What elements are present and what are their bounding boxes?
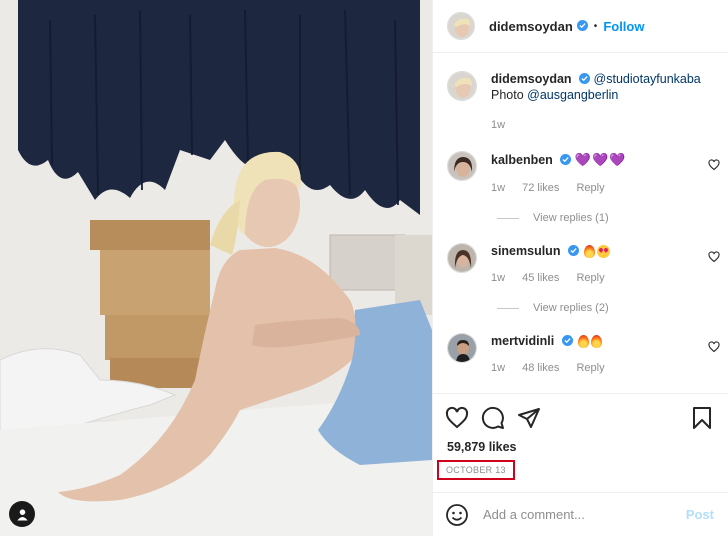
replies-divider (497, 217, 519, 219)
follow-button[interactable]: Follow (603, 19, 644, 34)
comment-time[interactable]: 1w (491, 272, 505, 284)
replies-divider (497, 307, 519, 309)
user-tag-button[interactable] (9, 501, 35, 527)
emoji-icon[interactable] (445, 503, 469, 527)
comment-reply-button[interactable]: Reply (576, 182, 604, 194)
caption-photo-label: Photo (491, 88, 524, 102)
author-username[interactable]: didemsoydan (489, 19, 573, 34)
comment-likes[interactable]: 72 likes (522, 182, 559, 194)
comment-like-heart-icon[interactable] (708, 341, 720, 353)
comments-section[interactable]: didemsoydan @studiotayfunkaba Photo @aus… (433, 53, 728, 393)
verified-icon (560, 154, 572, 166)
view-replies-button[interactable]: View replies (1) (497, 212, 728, 224)
comment-item: sinemsulun 1w 45 likes Reply (433, 243, 728, 284)
separator-dot: • (593, 20, 598, 32)
comment-username[interactable]: sinemsulun (491, 244, 560, 258)
fire-emoji-icon (578, 335, 590, 349)
comment-time[interactable]: 1w (491, 182, 505, 194)
post-actions: 59,879 likes OCTOBER 13 (433, 393, 728, 493)
share-icon[interactable] (517, 406, 541, 430)
comment-avatar[interactable] (447, 333, 477, 364)
caption-avatar[interactable] (447, 71, 477, 101)
author-avatar[interactable] (447, 12, 475, 40)
likes-count[interactable]: 59,879 likes (433, 430, 728, 454)
add-comment-bar: Post (433, 492, 728, 536)
photo-image (0, 0, 432, 536)
verified-icon (579, 73, 591, 85)
comment-likes[interactable]: 45 likes (522, 272, 559, 284)
comment-icon[interactable] (481, 406, 505, 430)
heart-eyes-emoji-icon (597, 245, 611, 259)
caption: didemsoydan @studiotayfunkaba Photo @aus… (433, 53, 728, 133)
comment-like-heart-icon[interactable] (708, 159, 720, 171)
caption-username[interactable]: didemsoydan (491, 72, 572, 86)
post-panel: didemsoydan • Follow didemsoydan @studio… (432, 0, 728, 536)
heart-icon[interactable] (445, 406, 469, 430)
comment-reply-button[interactable]: Reply (576, 272, 604, 284)
comment-avatar[interactable] (447, 243, 477, 273)
comment-likes[interactable]: 48 likes (522, 362, 559, 374)
comment-like-heart-icon[interactable] (708, 251, 720, 263)
comment-emoji: 💜💜💜 (574, 152, 627, 167)
caption-time[interactable]: 1w (491, 117, 701, 133)
save-icon[interactable] (690, 406, 714, 430)
verified-icon (567, 245, 579, 257)
post-comment-button[interactable]: Post (686, 507, 714, 522)
caption-mention-link[interactable]: @studiotayfunkaba (594, 72, 701, 86)
view-replies-button[interactable]: View replies (2) (497, 302, 728, 314)
post-header: didemsoydan • Follow (433, 0, 728, 53)
comment-time[interactable]: 1w (491, 362, 505, 374)
caption-photo-mention-link[interactable]: @ausgangberlin (527, 88, 618, 102)
post-photo[interactable] (0, 0, 432, 536)
fire-emoji-icon (584, 245, 596, 259)
add-comment-input[interactable] (483, 507, 686, 522)
post-date[interactable]: OCTOBER 13 (437, 460, 515, 480)
comment-reply-button[interactable]: Reply (576, 362, 604, 374)
comment-avatar[interactable] (447, 151, 477, 181)
comment-username[interactable]: mertvidinli (491, 334, 554, 348)
fire-emoji-icon (591, 335, 603, 349)
verified-icon (561, 335, 573, 347)
view-replies-label: View replies (2) (533, 302, 609, 315)
user-tag-icon (16, 508, 28, 521)
view-replies-label: View replies (1) (533, 212, 609, 224)
verified-icon (576, 19, 588, 31)
comment-item: kalbenben 💜💜💜 1w 72 likes Reply (433, 151, 728, 194)
comment-item: mertvidinli 1w 48 likes Reply (433, 333, 728, 374)
comment-username[interactable]: kalbenben (491, 153, 553, 167)
